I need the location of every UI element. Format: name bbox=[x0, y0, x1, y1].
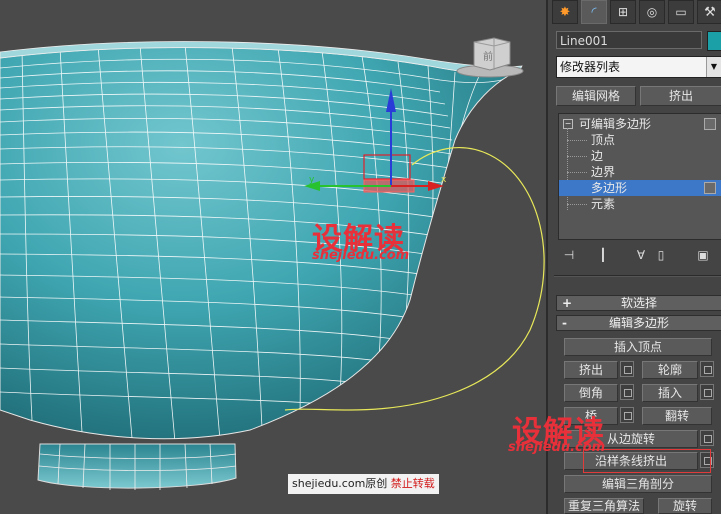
chevron-down-icon[interactable]: ▼ bbox=[706, 57, 721, 77]
turn-button[interactable]: 旋转 bbox=[658, 498, 712, 514]
retriangulate-button[interactable]: 重复三角算法 bbox=[564, 498, 644, 514]
collapse-icon[interactable]: − bbox=[563, 119, 573, 129]
show-end-result-icon[interactable]: ┃ bbox=[596, 248, 610, 262]
stack-item-edge[interactable]: 边 bbox=[559, 148, 721, 164]
remove-modifier-icon[interactable]: ▯ bbox=[654, 248, 668, 262]
configure-sets-icon[interactable]: ▣ bbox=[696, 248, 710, 262]
stack-toggle-icon[interactable] bbox=[704, 118, 716, 130]
stack-toggle-icon[interactable] bbox=[704, 182, 716, 194]
stack-item-label: 多边形 bbox=[591, 181, 628, 195]
flip-button[interactable]: 翻转 bbox=[642, 407, 712, 425]
motion-tab-icon[interactable]: ◎ bbox=[639, 0, 665, 24]
stack-item-vertex[interactable]: 顶点 bbox=[559, 132, 721, 148]
rollout-title: 编辑多边形 bbox=[608, 316, 669, 330]
viewcube[interactable]: 前 bbox=[456, 37, 524, 78]
hierarchy-tab-icon[interactable]: ⊞ bbox=[610, 0, 636, 24]
watermark-site: shejiedu.com bbox=[312, 248, 410, 263]
modifier-stack[interactable]: − 可编辑多边形 顶点 边 边界 多边形 元素 bbox=[558, 113, 721, 240]
edit-mesh-button[interactable]: 编辑网格 bbox=[556, 86, 636, 106]
create-tab-icon[interactable]: ✸ bbox=[552, 0, 578, 24]
stack-root-label: 可编辑多边形 bbox=[579, 117, 652, 131]
inset-settings-icon[interactable] bbox=[700, 384, 714, 400]
collapse-icon: - bbox=[562, 316, 567, 330]
display-tab-icon[interactable]: ▭ bbox=[668, 0, 694, 24]
hinge-settings-icon[interactable] bbox=[700, 430, 714, 446]
stack-item-editable-poly[interactable]: − 可编辑多边形 bbox=[559, 116, 721, 132]
outline-button[interactable]: 轮廓 bbox=[642, 361, 698, 379]
bowl-foot bbox=[37, 443, 237, 490]
modifier-list-dropdown[interactable]: 修改器列表 ▼ bbox=[556, 56, 721, 78]
viewport-canvas: 前 y x bbox=[0, 37, 545, 490]
credit-main: shejiedu.com原创 bbox=[292, 477, 388, 490]
extrude-settings-icon[interactable] bbox=[620, 361, 634, 377]
object-color-swatch[interactable] bbox=[707, 31, 721, 51]
stack-item-label: 元素 bbox=[591, 197, 616, 211]
max-ui: 前 y x 设解读 shejiedu.com shejiedu.com原创 禁止… bbox=[0, 0, 721, 514]
viewcube-face-label: 前 bbox=[483, 50, 493, 63]
credit-label: shejiedu.com原创 禁止转载 bbox=[288, 474, 439, 494]
credit-red: 禁止转载 bbox=[390, 477, 435, 490]
edit-polygons-rollout[interactable]: - 编辑多边形 bbox=[556, 315, 721, 331]
rollout-title: 软选择 bbox=[620, 296, 657, 310]
insert-vertex-button[interactable]: 插入顶点 bbox=[564, 338, 712, 356]
stack-toolbar: ⊣ ┃ ∀ ▯ ▣ bbox=[558, 246, 721, 266]
bevel-button[interactable]: 倒角 bbox=[564, 384, 618, 402]
stack-item-label: 顶点 bbox=[591, 133, 616, 147]
stack-item-label: 边界 bbox=[591, 165, 616, 179]
pin-stack-icon[interactable]: ⊣ bbox=[562, 248, 576, 262]
make-unique-icon[interactable]: ∀ bbox=[634, 248, 648, 262]
stack-item-polygon[interactable]: 多边形 bbox=[559, 180, 721, 196]
command-panel-tabs: ✸ ◜ ⊞ ◎ ▭ ⚒ bbox=[552, 0, 721, 24]
edit-triangulation-button[interactable]: 编辑三角剖分 bbox=[564, 475, 712, 493]
utilities-tab-icon[interactable]: ⚒ bbox=[697, 0, 721, 24]
expand-icon: + bbox=[562, 296, 573, 310]
inset-button[interactable]: 插入 bbox=[642, 384, 698, 402]
gizmo-x-label: x bbox=[441, 175, 447, 185]
outline-settings-icon[interactable] bbox=[700, 361, 714, 377]
highlight-box bbox=[583, 449, 711, 473]
stack-item-border[interactable]: 边界 bbox=[559, 164, 721, 180]
stack-item-label: 边 bbox=[591, 149, 604, 163]
modifier-list-value: 修改器列表 bbox=[560, 60, 621, 74]
stack-item-element[interactable]: 元素 bbox=[559, 196, 721, 212]
gizmo-y-label: y bbox=[309, 175, 315, 185]
soft-selection-rollout[interactable]: + 软选择 bbox=[556, 295, 721, 311]
object-name-field[interactable]: Line001 bbox=[556, 31, 702, 49]
perspective-viewport[interactable]: 前 y x 设解读 shejiedu.com shejiedu.com原创 禁止… bbox=[0, 0, 546, 514]
divider bbox=[554, 275, 721, 277]
modify-tab-icon[interactable]: ◜ bbox=[581, 0, 607, 24]
extrude-modifier-button[interactable]: 挤出 bbox=[640, 86, 721, 106]
bridge-settings-icon[interactable] bbox=[620, 407, 634, 423]
bowl-mesh bbox=[0, 41, 523, 440]
extrude-button[interactable]: 挤出 bbox=[564, 361, 618, 379]
bevel-settings-icon[interactable] bbox=[620, 384, 634, 400]
